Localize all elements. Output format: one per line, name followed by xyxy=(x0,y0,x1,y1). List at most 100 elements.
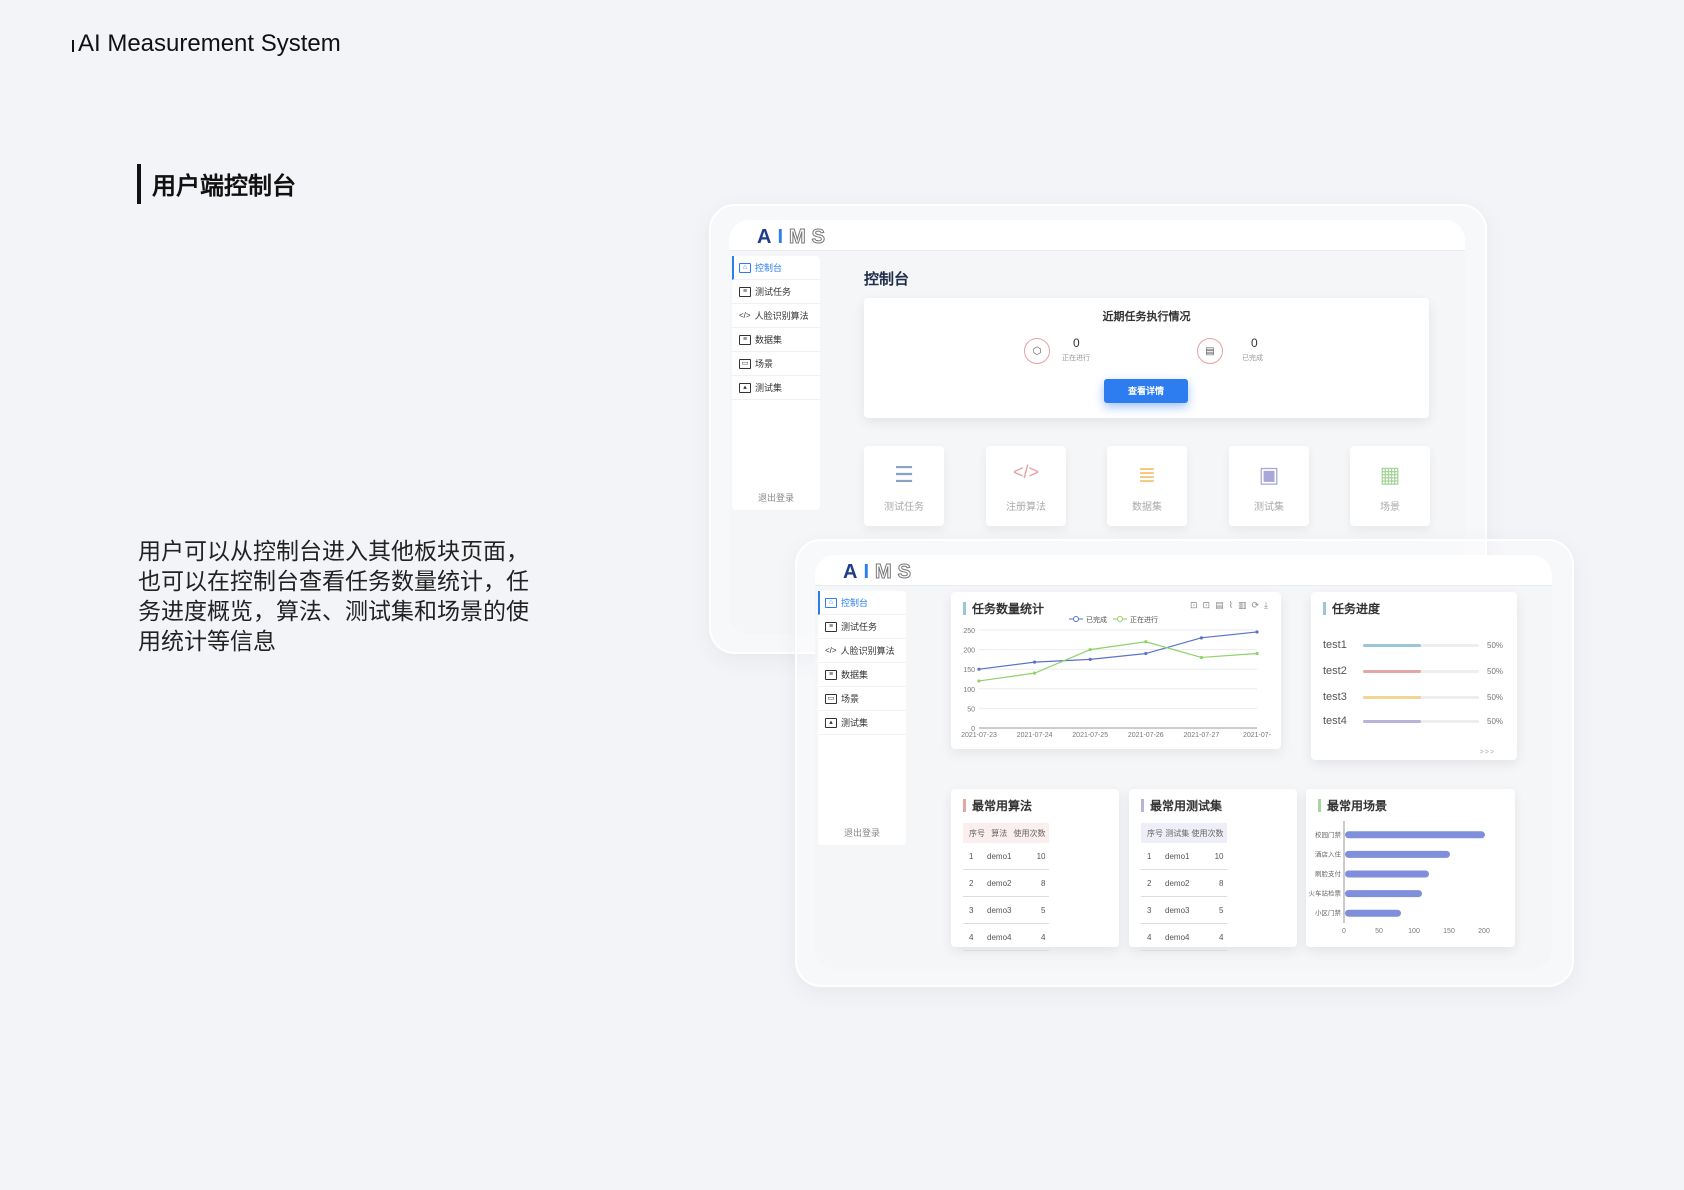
stats-topbar: AIMS xyxy=(815,555,1552,586)
sidebar-item-scenes[interactable]: ▭ 场景 xyxy=(818,687,906,711)
bar xyxy=(1345,870,1429,878)
logout-link[interactable]: 退出登录 xyxy=(732,491,820,504)
data-point xyxy=(1255,651,1259,656)
x-tick-label: 2021-07-26 xyxy=(1128,732,1164,739)
done-icon: ▤ xyxy=(1197,338,1223,364)
sidebar-item-scenes[interactable]: ▭ 场景 xyxy=(732,352,820,376)
recent-tasks-card: 近期任务执行情况 ⬡ 0 正在进行 ▤ 0 已完成 查看详情 xyxy=(864,298,1429,418)
tile-scenes[interactable]: ▦ 场景 xyxy=(1350,446,1430,526)
progress-row: test1 50% xyxy=(1323,639,1504,651)
table-row: 2 demo2 8 xyxy=(1141,869,1228,897)
sidebar-item-tasks[interactable]: ≡ 测试任务 xyxy=(818,615,906,639)
progress-fill xyxy=(1363,719,1421,723)
sidebar-item-datasets[interactable]: ≡ 数据集 xyxy=(818,663,906,687)
aims-logo[interactable]: AIMS xyxy=(757,226,831,249)
line-chart: 0501001502002502021-07-23 2021-07-24 2021-… xyxy=(961,615,1272,739)
y-tick-label: 校园门禁 xyxy=(1315,830,1342,839)
page-title: 控制台 xyxy=(864,271,910,288)
x-tick-label: 2021-07-23 xyxy=(961,732,997,739)
tile-datasets[interactable]: ≣ 数据集 xyxy=(1107,446,1187,526)
top-algorithms-title: 最常用算法 xyxy=(963,797,1032,814)
done-label: 已完成 xyxy=(1242,355,1263,362)
data-point xyxy=(1144,640,1148,644)
database-icon: ≡ xyxy=(825,669,837,680)
table-row: 3 demo3 5 xyxy=(963,896,1050,924)
x-tick-label: 2021-07- xyxy=(1243,732,1272,739)
code-icon: </> xyxy=(1012,462,1040,482)
server-icon: ☰ xyxy=(894,462,914,487)
sidebar-item-algorithms[interactable]: </> 人脸识别算法 xyxy=(818,639,906,663)
tile-register-algorithm[interactable]: </> 注册算法 xyxy=(986,446,1066,526)
clapper-icon: ▭ xyxy=(825,693,837,704)
tile-test-tasks[interactable]: ☰ 测试任务 xyxy=(864,446,944,526)
sidebar-item-testsets[interactable]: ▴ 测试集 xyxy=(818,711,906,735)
x-tick-label: 150 xyxy=(1443,928,1455,935)
running-icon: ⬡ xyxy=(1024,338,1050,364)
table-row: 3 demo3 5 xyxy=(1141,896,1228,924)
algorithms-table: 序号 算法 使用次数 1 demo1 10 2 demo2 8 3 demo3 5 4 demo4… xyxy=(963,823,1050,951)
testsets-table: 序号 测试集 使用次数 1 demo1 10 2 demo2 8 3 demo3 5 4 demo… xyxy=(1141,823,1228,951)
task-progress-title: 任务进度 xyxy=(1323,600,1380,617)
bar xyxy=(1345,850,1450,858)
table-row: 2 demo2 8 xyxy=(963,869,1050,897)
progress-row: test2 50% xyxy=(1323,665,1504,677)
data-point xyxy=(1199,636,1203,640)
progress-row: test4 50% xyxy=(1323,715,1504,727)
series-line xyxy=(978,641,1258,682)
aims-logo[interactable]: AIMS xyxy=(843,561,917,584)
y-tick-label: 刷脸支付 xyxy=(1315,869,1342,878)
top-testsets-title: 最常用测试集 xyxy=(1141,797,1222,814)
stats-frame: AIMS ⌂ 控制台 ≡ 测试任务 </> 人脸识别算法 ≡ 数据集 ▭ 场景 ▴ 测试集 … xyxy=(795,539,1574,987)
x-tick-label: 200 xyxy=(1478,928,1490,935)
tile-testsets[interactable]: ▣ 测试集 xyxy=(1229,446,1309,526)
brand-mark xyxy=(72,40,74,52)
progress-more-link[interactable]: >>> xyxy=(1480,749,1495,756)
series-line xyxy=(978,631,1258,670)
sidebar-item-testsets[interactable]: ▴ 测试集 xyxy=(732,376,820,400)
sidebar-item-algorithms[interactable]: </> 人脸识别算法 xyxy=(732,304,820,328)
view-details-button[interactable]: 查看详情 xyxy=(1104,379,1188,403)
legend-label: 已完成 xyxy=(1086,615,1107,624)
task-progress-card: 任务进度 test1 50% test2 50% test3 50% test4 50%… xyxy=(1311,592,1517,760)
scene-bar-chart: 0 50 100 150 200 校园门禁酒店入住刷脸支付火车站检票小区门禁 xyxy=(1309,821,1490,935)
legend-marker xyxy=(1117,616,1123,622)
y-tick-label: 50 xyxy=(967,706,975,713)
y-tick-label: 火车站检票 xyxy=(1309,889,1342,898)
x-tick-label: 0 xyxy=(1342,928,1346,935)
recent-tasks-title: 近期任务执行情况 xyxy=(1102,311,1191,323)
sidebar-item-tasks[interactable]: ≡ 测试任务 xyxy=(732,280,820,304)
logout-link[interactable]: 退出登录 xyxy=(818,826,906,839)
y-tick-label: 酒店入住 xyxy=(1315,849,1342,858)
sidebar-item-datasets[interactable]: ≡ 数据集 xyxy=(732,328,820,352)
data-point xyxy=(1088,648,1092,652)
top-scenes-card: 最常用场景 0 50 100 150 200 校园门禁 酒店入住 刷脸支付 火车站检票 小区门禁 xyxy=(1306,789,1515,947)
sidebar-item-dashboard[interactable]: ⌂ 控制台 xyxy=(818,591,906,615)
bar xyxy=(1345,831,1485,839)
data-point xyxy=(1199,655,1203,660)
x-tick-label: 2021-07-25 xyxy=(1072,732,1108,739)
top-algorithms-card: 最常用算法 序号 算法 使用次数 1 demo1 10 2 demo2 8 3 demo3 5 … xyxy=(951,789,1119,951)
running-label: 正在进行 xyxy=(1062,355,1090,362)
data-point xyxy=(1033,660,1037,664)
y-tick-label: 200 xyxy=(963,648,975,655)
progress-row: test3 50% xyxy=(1323,691,1504,703)
data-point xyxy=(977,679,981,683)
list-icon: ≡ xyxy=(825,621,837,632)
sidebar-item-dashboard[interactable]: ⌂ 控制台 xyxy=(732,256,820,280)
section-description: 用户可以从控制台进入其他板块页面，也可以在控制台查看任务数量统计，任务进度概览，… xyxy=(138,538,529,654)
table-row: 1 demo1 10 xyxy=(1141,843,1228,870)
progress-fill xyxy=(1363,669,1421,673)
home-icon: ⌂ xyxy=(825,597,837,608)
x-tick-label: 50 xyxy=(1375,928,1383,935)
y-tick-label: 100 xyxy=(963,687,975,694)
code-icon: </> xyxy=(739,311,751,320)
top-testsets-card: 最常用测试集 序号 测试集 使用次数 1 demo1 10 2 demo2 8 3 demo3… xyxy=(1129,789,1297,951)
brand-title: AI Measurement System xyxy=(78,30,341,57)
code-icon: </> xyxy=(825,646,837,655)
clapper-icon: ▦ xyxy=(1379,462,1401,487)
y-tick-label: 250 xyxy=(963,628,975,635)
x-tick-label: 2021-07-27 xyxy=(1183,732,1219,739)
clapper-icon: ▭ xyxy=(739,358,751,369)
image-icon: ▣ xyxy=(1258,462,1280,487)
x-tick-label: 100 xyxy=(1408,928,1420,935)
